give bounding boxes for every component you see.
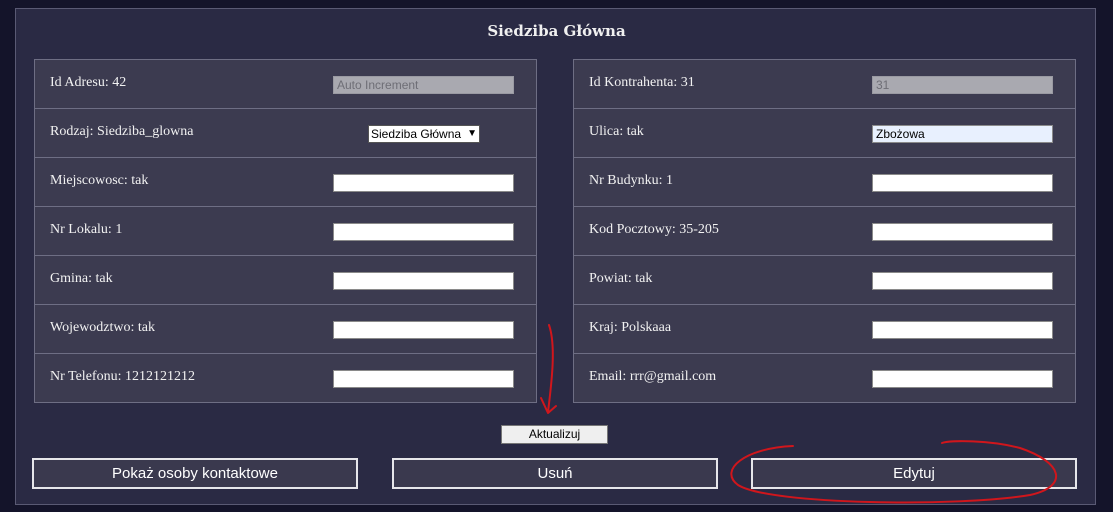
rodzaj-label: Rodzaj: Siedziba_glowna <box>50 124 194 139</box>
row-email: Email: rrr@gmail.com <box>573 353 1076 403</box>
row-id-adresu: Id Adresu: 42 Auto Increment <box>34 59 537 109</box>
chevron-down-icon: ▼ <box>467 128 477 139</box>
ulica-field[interactable]: Zbożowa <box>872 125 1053 143</box>
email-field[interactable] <box>872 370 1053 388</box>
rodzaj-select[interactable]: Siedziba Główna ▼ <box>368 125 480 143</box>
row-wojewodztwo: Wojewodztwo: tak <box>34 304 537 354</box>
rodzaj-select-value: Siedziba Główna <box>371 127 462 141</box>
kod-pocztowy-label: Kod Pocztowy: 35-205 <box>589 222 719 237</box>
nr-budynku-label: Nr Budynku: 1 <box>589 173 673 188</box>
row-nr-lokalu: Nr Lokalu: 1 <box>34 206 537 256</box>
id-kontrahenta-label: Id Kontrahenta: 31 <box>589 75 695 90</box>
nr-lokalu-field[interactable] <box>333 223 514 241</box>
wojewodztwo-field[interactable] <box>333 321 514 339</box>
gmina-field[interactable] <box>333 272 514 290</box>
miejscowosc-label: Miejscowosc: tak <box>50 173 149 188</box>
update-button[interactable]: Aktualizuj <box>501 425 608 444</box>
id-adresu-field: Auto Increment <box>333 76 514 94</box>
delete-button[interactable]: Usuń <box>392 458 718 489</box>
row-rodzaj: Rodzaj: Siedziba_glowna Siedziba Główna … <box>34 108 537 158</box>
edit-button[interactable]: Edytuj <box>751 458 1077 489</box>
row-gmina: Gmina: tak <box>34 255 537 305</box>
email-label: Email: rrr@gmail.com <box>589 369 717 384</box>
miejscowosc-field[interactable] <box>333 174 514 192</box>
wojewodztwo-label: Wojewodztwo: tak <box>50 320 156 335</box>
show-contacts-button[interactable]: Pokaż osoby kontaktowe <box>32 458 358 489</box>
id-adresu-label: Id Adresu: 42 <box>50 75 127 90</box>
kod-pocztowy-field[interactable] <box>872 223 1053 241</box>
right-column: Id Kontrahenta: 31 31 Ulica: tak Zbożowa… <box>573 59 1076 403</box>
nr-telefonu-field[interactable] <box>333 370 514 388</box>
section-title: Siedziba Główna <box>487 22 626 40</box>
ulica-label: Ulica: tak <box>589 124 644 139</box>
kraj-field[interactable] <box>872 321 1053 339</box>
nr-budynku-field[interactable] <box>872 174 1053 192</box>
gmina-label: Gmina: tak <box>50 271 113 286</box>
row-kraj: Kraj: Polskaaa <box>573 304 1076 354</box>
row-miejscowosc: Miejscowosc: tak <box>34 157 537 207</box>
row-id-kontrahenta: Id Kontrahenta: 31 31 <box>573 59 1076 109</box>
nr-lokalu-label: Nr Lokalu: 1 <box>50 222 123 237</box>
row-ulica: Ulica: tak Zbożowa <box>573 108 1076 158</box>
row-powiat: Powiat: tak <box>573 255 1076 305</box>
powiat-field[interactable] <box>872 272 1053 290</box>
row-nr-telefonu: Nr Telefonu: 1212121212 <box>34 353 537 403</box>
row-nr-budynku: Nr Budynku: 1 <box>573 157 1076 207</box>
kraj-label: Kraj: Polskaaa <box>589 320 672 335</box>
nr-telefonu-label: Nr Telefonu: 1212121212 <box>50 369 195 384</box>
powiat-label: Powiat: tak <box>589 271 653 286</box>
left-column: Id Adresu: 42 Auto Increment Rodzaj: Sie… <box>34 59 537 403</box>
id-kontrahenta-field: 31 <box>872 76 1053 94</box>
row-kod-pocztowy: Kod Pocztowy: 35-205 <box>573 206 1076 256</box>
